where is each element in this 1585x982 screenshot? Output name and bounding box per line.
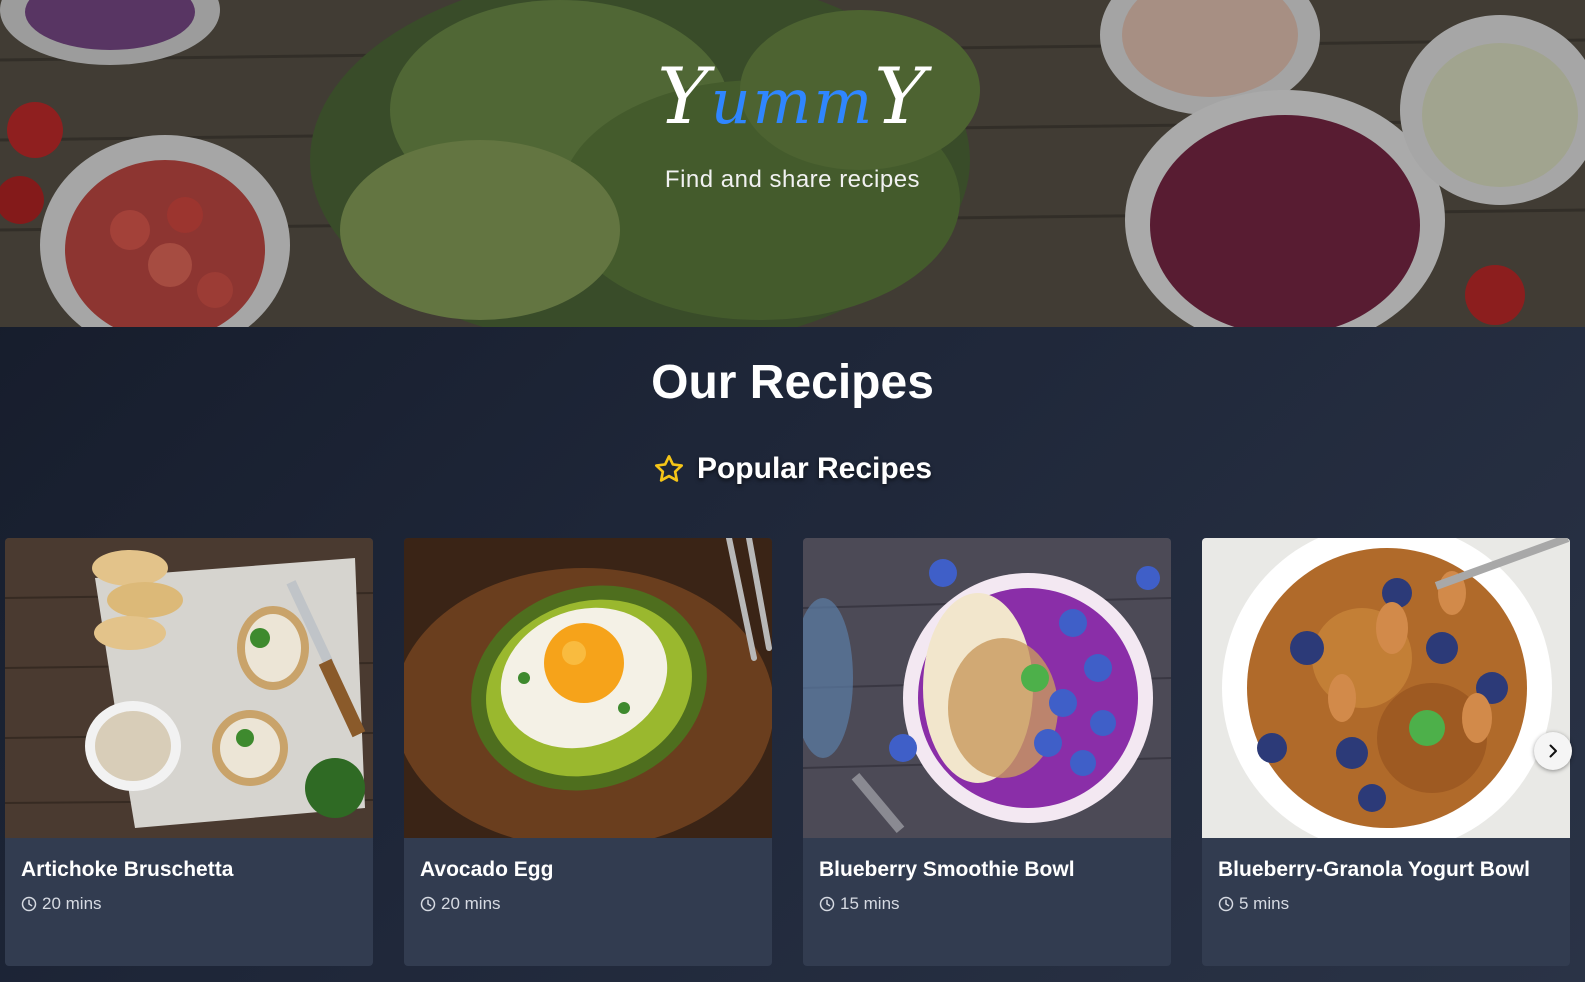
recipe-image	[404, 538, 772, 838]
logo-letters-middle: umm	[710, 65, 875, 138]
popular-recipes-heading: Popular Recipes	[0, 452, 1585, 486]
recipe-time: 20 mins	[420, 894, 501, 914]
recipe-title[interactable]: Artichoke Bruschetta	[21, 858, 233, 882]
star-icon	[654, 455, 683, 482]
clock-icon	[1218, 896, 1234, 912]
popular-recipes-title: Popular Recipes	[696, 452, 933, 485]
recipe-title[interactable]: Avocado Egg	[420, 858, 553, 882]
recipe-time-label: 5 mins	[1239, 894, 1290, 913]
recipe-time-label: 20 mins	[42, 894, 102, 913]
hero-banner: YummY Find and share recipes	[0, 0, 1585, 327]
recipe-card[interactable]: Blueberry-Granola Yogurt Bowl 5 mins	[1202, 538, 1570, 966]
hero-content: YummY Find and share recipes	[0, 58, 1585, 194]
section-title: Our Recipes	[651, 356, 934, 409]
recipe-time: 5 mins	[1218, 894, 1289, 914]
recipe-time-label: 20 mins	[441, 894, 501, 913]
recipe-image	[803, 538, 1171, 838]
logo-letter-last: Y	[874, 52, 928, 142]
recipe-title[interactable]: Blueberry-Granola Yogurt Bowl	[1218, 858, 1530, 882]
clock-icon	[21, 896, 37, 912]
chevron-right-icon	[1549, 744, 1557, 758]
site-logo[interactable]: YummY	[657, 58, 928, 136]
recipe-image	[1202, 538, 1570, 838]
recipe-card[interactable]: Artichoke Bruschetta 20 mins	[5, 538, 373, 966]
recipe-time: 15 mins	[819, 894, 900, 914]
clock-icon	[819, 896, 835, 912]
carousel-next-button[interactable]	[1534, 732, 1572, 770]
clock-icon	[420, 896, 436, 912]
recipe-time: 20 mins	[21, 894, 102, 914]
recipe-carousel: Artichoke Bruschetta 20 mins Avocado Egg…	[0, 538, 1585, 966]
recipe-card[interactable]: Avocado Egg 20 mins	[404, 538, 772, 966]
recipe-card[interactable]: Blueberry Smoothie Bowl 15 mins	[803, 538, 1171, 966]
recipe-title[interactable]: Blueberry Smoothie Bowl	[819, 858, 1075, 882]
recipe-time-label: 15 mins	[840, 894, 900, 913]
logo-letter-first: Y	[657, 52, 711, 142]
recipe-image	[5, 538, 373, 838]
hero-tagline: Find and share recipes	[664, 166, 921, 193]
